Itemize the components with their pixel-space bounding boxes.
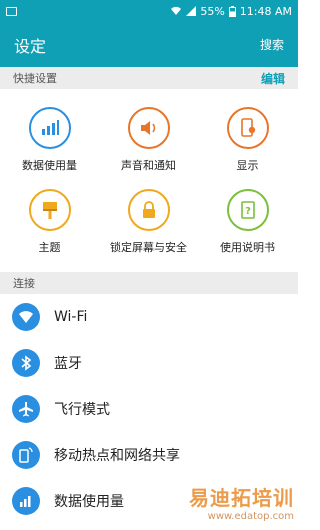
wifi-signal-icon	[171, 6, 182, 16]
cell-signal-icon	[186, 6, 197, 16]
tile-sound-notification[interactable]: 声音和通知	[99, 107, 198, 173]
page-title: 设定	[14, 36, 47, 56]
quick-settings-grid: 数据使用量 声音和通知 显示 主题 锁定屏幕与安全 ? 使用说明书	[0, 89, 298, 267]
tile-display[interactable]: 显示	[198, 107, 297, 173]
connections-header: 连接	[0, 272, 298, 294]
watermark: 易迪拓培训 www.edatop.com	[189, 482, 294, 522]
tile-data-usage[interactable]: 数据使用量	[0, 107, 99, 173]
list-item-hotspot[interactable]: 移动热点和网络共享	[0, 432, 298, 478]
battery-percent: 55%	[200, 4, 225, 18]
list-item-wifi[interactable]: Wi-Fi	[0, 294, 298, 340]
data-usage-icon	[12, 487, 40, 515]
list-item-airplane-mode[interactable]: 飞行模式	[0, 386, 298, 432]
airplane-icon	[12, 395, 40, 423]
connections-title: 连接	[13, 277, 35, 290]
gallery-notification-icon	[6, 6, 17, 16]
bluetooth-icon	[12, 349, 40, 377]
tile-label: 使用说明书	[220, 241, 275, 254]
status-bar: 55% 11:48 AM	[0, 0, 298, 22]
quick-settings-header: 快捷设置 编辑	[0, 67, 298, 89]
list-item-bluetooth[interactable]: 蓝牙	[0, 340, 298, 386]
clock: 11:48 AM	[239, 4, 292, 18]
list-item-label: Wi-Fi	[54, 309, 88, 325]
battery-icon	[228, 5, 236, 17]
hotspot-icon	[12, 441, 40, 469]
wifi-icon	[12, 303, 40, 331]
svg-text:?: ?	[245, 206, 251, 217]
tile-label: 数据使用量	[22, 159, 77, 172]
lock-icon	[127, 189, 170, 231]
edit-button[interactable]: 编辑	[261, 70, 285, 87]
paint-brush-icon	[28, 189, 71, 231]
tile-label: 主题	[38, 241, 61, 254]
tile-theme[interactable]: 主题	[0, 189, 99, 255]
tile-label: 声音和通知	[121, 159, 176, 172]
tile-label: 锁定屏幕与安全	[110, 241, 187, 254]
watermark-url: www.edatop.com	[207, 511, 294, 522]
speaker-icon	[127, 107, 170, 149]
display-icon	[226, 107, 269, 149]
watermark-title: 易迪拓培训	[189, 486, 294, 510]
tile-user-manual[interactable]: ? 使用说明书	[198, 189, 297, 255]
list-item-label: 数据使用量	[54, 494, 124, 510]
list-item-label: 蓝牙	[54, 356, 82, 372]
search-button[interactable]: 搜索	[260, 36, 284, 53]
tile-label: 显示	[236, 159, 259, 172]
list-item-label: 飞行模式	[54, 402, 110, 418]
app-bar: 设定 搜索	[0, 22, 298, 67]
list-item-label: 移动热点和网络共享	[54, 448, 180, 464]
quick-settings-title: 快捷设置	[13, 72, 57, 85]
help-book-icon: ?	[226, 189, 269, 231]
tile-lock-security[interactable]: 锁定屏幕与安全	[99, 189, 198, 255]
data-usage-icon	[28, 107, 71, 149]
